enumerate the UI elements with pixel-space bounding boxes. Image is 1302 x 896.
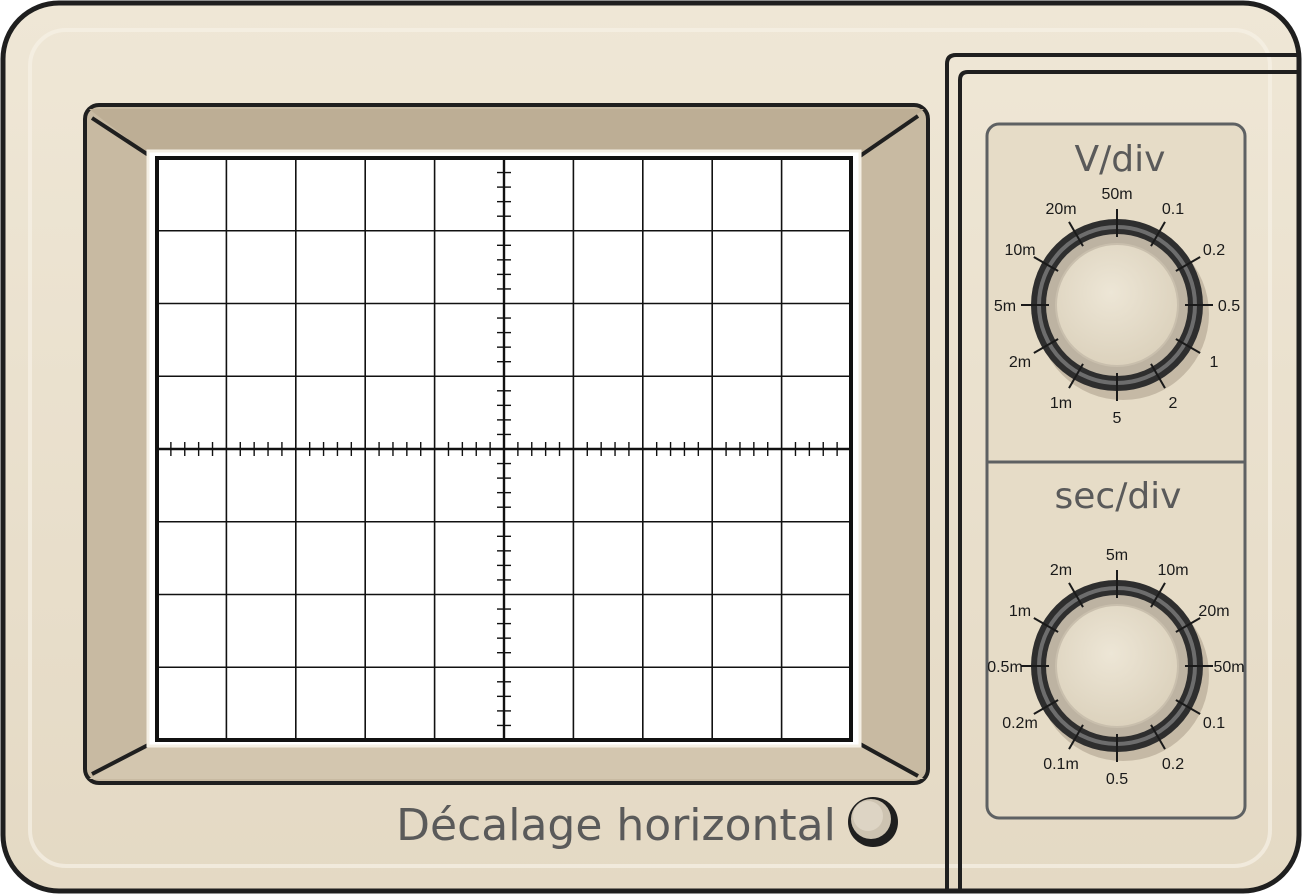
dial-label: 0.5 [1106, 771, 1128, 788]
bezel-bottom-face [89, 744, 924, 779]
horizontal-offset-knob[interactable] [848, 797, 898, 847]
dial-label: 0.1m [1043, 756, 1079, 773]
dial-label: 0.5 [1218, 298, 1240, 315]
sec-per-div-title: sec/div [1055, 476, 1182, 517]
dial-label: 1m [1009, 603, 1031, 620]
dial-label: 0.2m [1002, 715, 1038, 732]
dial-label: 2m [1050, 562, 1072, 579]
dial-label: 20m [1045, 201, 1076, 218]
oscilloscope: V/div 5m 10m 20m 50m 0.1 0.2 0.5 1 2 5 1m 2m sec/di… [0, 0, 1302, 894]
knob-face [1055, 243, 1179, 367]
dial-label: 0.2 [1162, 756, 1184, 773]
volts-per-div-title: V/div [1075, 139, 1166, 180]
dial-label: 5 [1113, 410, 1122, 427]
dial-label: 1 [1210, 354, 1219, 371]
bezel-top-face [89, 109, 924, 156]
dial-label: 2 [1169, 395, 1178, 412]
dial-label: 1m [1050, 395, 1072, 412]
dial-label: 0.5m [987, 659, 1023, 676]
dial-label: 50m [1213, 659, 1244, 676]
dial-label: 5m [1106, 547, 1128, 564]
dial-label: 0.1 [1162, 201, 1184, 218]
horizontal-offset-label: Décalage horizontal [396, 800, 836, 851]
dial-label: 10m [1157, 562, 1188, 579]
dial-label: 0.2 [1203, 242, 1225, 259]
dial-label: 20m [1198, 603, 1229, 620]
dial-label: 2m [1009, 354, 1031, 371]
knob-face [1055, 604, 1179, 728]
dial-label: 0.1 [1203, 715, 1225, 732]
dial-label: 5m [994, 298, 1016, 315]
dial-label: 50m [1101, 186, 1132, 203]
dial-label: 10m [1004, 242, 1035, 259]
